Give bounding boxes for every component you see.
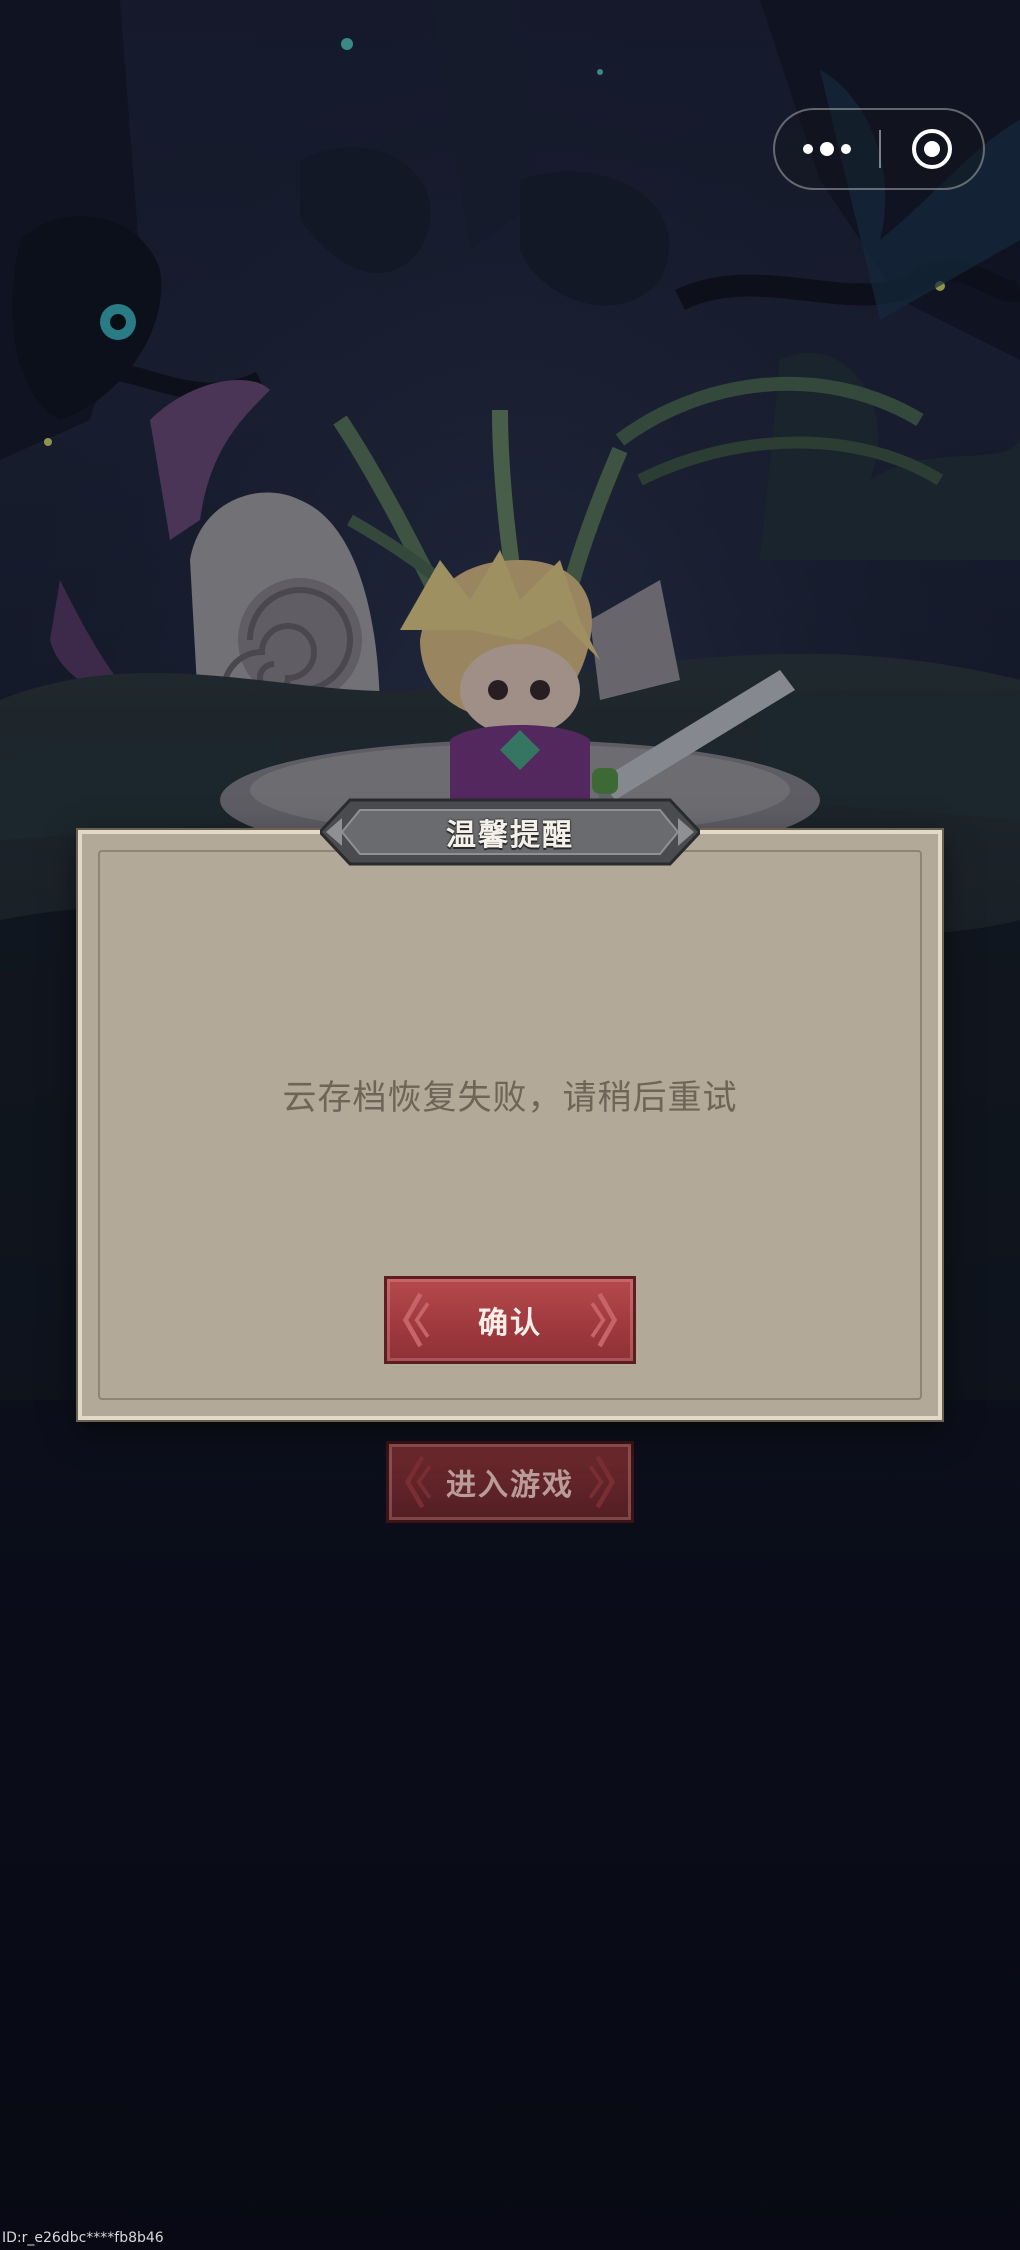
- mini-program-capsule: [773, 108, 985, 190]
- button-left-ornament-icon: [404, 1455, 432, 1509]
- dialog-message: 云存档恢复失败，请稍后重试: [282, 1078, 738, 1118]
- button-right-ornament-icon: [588, 1455, 616, 1509]
- game-screen: 进入游戏 温馨提醒 云存档恢复失败，请稍后重试 确认 ID:r_e26dbc**…: [0, 0, 1020, 2250]
- enter-game-label: 进入游戏: [446, 1468, 574, 1503]
- button-right-ornament-icon: [590, 1292, 618, 1348]
- more-menu-button[interactable]: [775, 110, 879, 188]
- dialog-title: 温馨提醒: [446, 818, 574, 853]
- confirm-button[interactable]: 确认: [384, 1276, 636, 1364]
- button-left-ornament-icon: [402, 1292, 430, 1348]
- target-circle-icon: [912, 129, 952, 169]
- confirm-label: 确认: [478, 1306, 542, 1341]
- more-dots-icon: [803, 142, 851, 156]
- enter-game-button[interactable]: 进入游戏: [386, 1441, 634, 1523]
- dialog-title-plate: 温馨提醒: [320, 794, 700, 870]
- user-id-label: ID:r_e26dbc****fb8b46: [2, 2230, 164, 2246]
- close-mini-program-button[interactable]: [881, 110, 983, 188]
